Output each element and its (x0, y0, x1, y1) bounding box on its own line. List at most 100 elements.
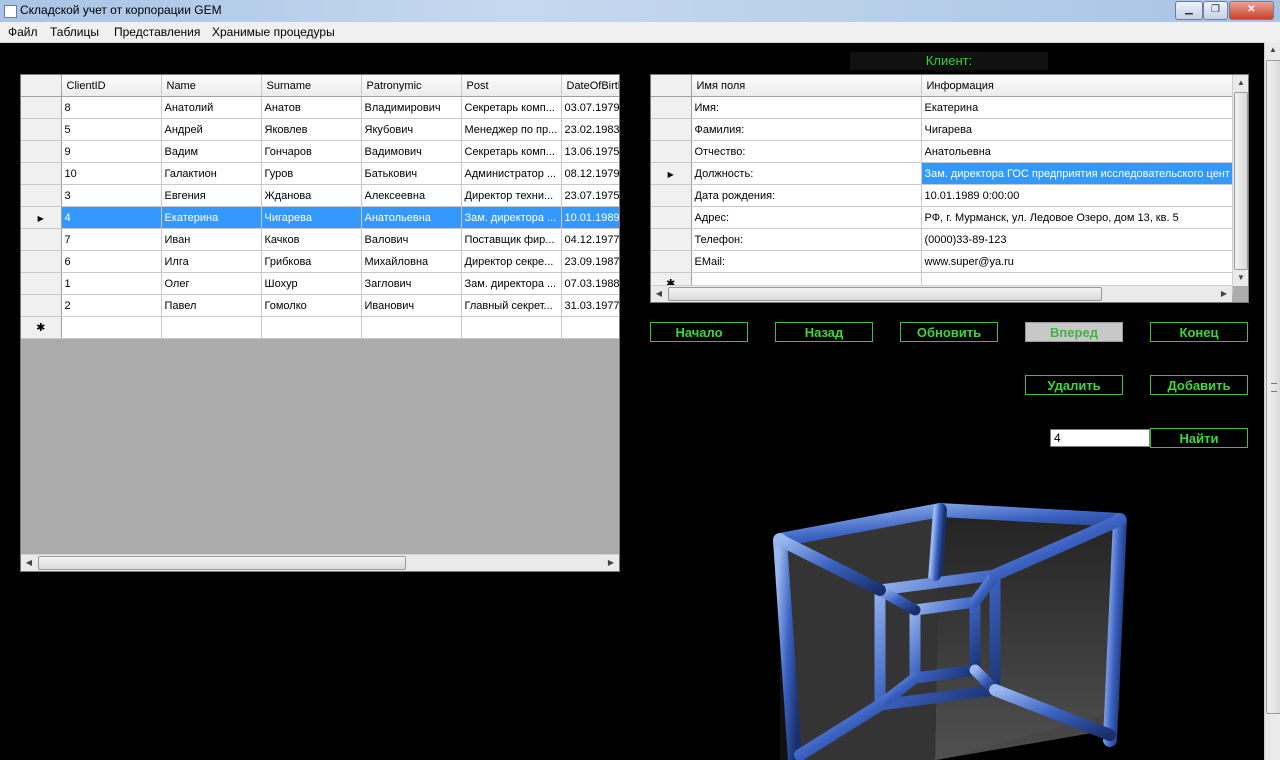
form-vscroll-thumb[interactable] (1266, 60, 1280, 714)
table-cell[interactable]: Анатольевна (361, 206, 462, 229)
table-cell[interactable]: 23.07.1975 (561, 184, 619, 207)
table-cell[interactable]: Анатов (261, 96, 362, 119)
table-row[interactable]: 2 Павел Гомолко Иванович Главный секрет... 31… (21, 294, 619, 317)
table-cell[interactable]: Батькович (361, 162, 462, 185)
row-header[interactable] (21, 294, 62, 317)
scroll-right-arrow-icon[interactable]: ▶ (603, 555, 619, 571)
table-cell[interactable]: 7 (61, 228, 162, 251)
table-cell[interactable]: Гомолко (261, 294, 362, 317)
field-value-cell[interactable]: Екатерина (921, 96, 1233, 119)
table-cell[interactable]: 1 (61, 272, 162, 295)
table-cell[interactable]: Качков (261, 228, 362, 251)
table-cell[interactable]: Галактион (161, 162, 262, 185)
table-row[interactable]: 5 Андрей Яковлев Якубович Менеджер по пр... 2… (21, 118, 619, 141)
detail-row[interactable]: Телефон: (0000)33-89-123 (651, 228, 1233, 251)
table-cell[interactable]: Алексеевна (361, 184, 462, 207)
table-cell[interactable]: Иван (161, 228, 262, 251)
field-name-cell[interactable]: Дата рождения: (691, 184, 922, 207)
scroll-up-arrow-icon[interactable]: ▲ (1265, 42, 1280, 58)
detail-row[interactable]: EMail: www.super@ya.ru (651, 250, 1233, 273)
clients-grid-hscrollbar[interactable]: ◀ ▶ (21, 554, 619, 571)
detail-row[interactable]: Дата рождения: 10.01.1989 0:00:00 (651, 184, 1233, 207)
new-row[interactable]: ✱ (21, 316, 619, 339)
table-cell[interactable]: Зам. директора ... (461, 272, 562, 295)
table-cell[interactable]: Директор техни... (461, 184, 562, 207)
table-cell[interactable]: Иванович (361, 294, 462, 317)
table-cell[interactable] (161, 316, 262, 339)
table-cell[interactable]: Зам. директора ... (461, 206, 562, 229)
row-header[interactable] (21, 228, 62, 251)
table-cell[interactable]: 03.07.1979 (561, 96, 619, 119)
table-cell[interactable]: Михайловна (361, 250, 462, 273)
table-cell[interactable]: 08.12.1979 (561, 162, 619, 185)
menu-views[interactable]: Представления (114, 25, 200, 39)
table-cell[interactable]: Менеджер по пр... (461, 118, 562, 141)
table-cell[interactable]: 4 (61, 206, 162, 229)
row-header[interactable] (21, 272, 62, 295)
table-cell[interactable]: Яковлев (261, 118, 362, 141)
table-cell[interactable]: Поставщик фир... (461, 228, 562, 251)
next-record-button[interactable]: Вперед (1025, 322, 1123, 342)
table-cell[interactable]: Олег (161, 272, 262, 295)
table-cell[interactable]: 2 (61, 294, 162, 317)
row-header[interactable] (21, 118, 62, 141)
detail-grid-hscrollbar[interactable]: ◀ ▶ (651, 285, 1232, 302)
table-cell[interactable]: 6 (61, 250, 162, 273)
table-cell[interactable]: Екатерина (161, 206, 262, 229)
table-cell[interactable] (261, 316, 362, 339)
table-cell[interactable]: 07.03.1988 (561, 272, 619, 295)
row-header[interactable] (21, 184, 62, 207)
column-header-patronymic[interactable]: Patronymic (361, 75, 462, 97)
field-name-cell[interactable]: Должность: (691, 162, 922, 185)
table-cell[interactable]: Грибкова (261, 250, 362, 273)
table-cell[interactable]: Анатолий (161, 96, 262, 119)
form-vscrollbar[interactable]: ▲ (1264, 42, 1280, 760)
clients-grid[interactable]: ClientID Name Surname Patronymic Post Da… (20, 74, 620, 572)
field-value-cell[interactable]: Зам. директора ГОС предприятия исследова… (921, 162, 1233, 185)
field-name-cell[interactable]: Телефон: (691, 228, 922, 251)
detail-row[interactable]: Фамилия: Чигарева (651, 118, 1233, 141)
field-name-cell[interactable]: Отчество: (691, 140, 922, 163)
table-row[interactable]: 9 Вадим Гончаров Вадимович Секретарь комп...… (21, 140, 619, 163)
table-cell[interactable]: Владимирович (361, 96, 462, 119)
row-header[interactable] (651, 96, 692, 119)
field-name-cell[interactable]: Фамилия: (691, 118, 922, 141)
column-header-name[interactable]: Name (161, 75, 262, 97)
menu-tables[interactable]: Таблицы (50, 25, 99, 39)
row-header[interactable] (651, 206, 692, 229)
client-detail-grid[interactable]: Имя поля Информация Имя: Екатерина Фамилия… (650, 74, 1249, 303)
table-cell[interactable]: Павел (161, 294, 262, 317)
column-header-clientid[interactable]: ClientID (61, 75, 162, 97)
maximize-button[interactable]: ❐ (1203, 1, 1228, 20)
field-name-cell[interactable]: Адрес: (691, 206, 922, 229)
table-cell[interactable] (461, 316, 562, 339)
table-row[interactable]: 6 Илга Грибкова Михайловна Директор секре...… (21, 250, 619, 273)
table-cell[interactable]: 10.01.1989 (561, 206, 619, 229)
table-row[interactable]: ▶ 4 Екатерина Чигарева Анатольевна Зам. дирек… (21, 206, 619, 229)
field-value-cell[interactable]: www.super@ya.ru (921, 250, 1233, 273)
table-row[interactable]: 7 Иван Качков Валович Поставщик фир... 04.12.… (21, 228, 619, 251)
table-cell[interactable] (561, 316, 619, 339)
table-cell[interactable]: Якубович (361, 118, 462, 141)
table-cell[interactable]: Администратор ... (461, 162, 562, 185)
table-cell[interactable]: Секретарь комп... (461, 140, 562, 163)
column-header-post[interactable]: Post (461, 75, 562, 97)
row-header[interactable] (651, 184, 692, 207)
table-cell[interactable]: Главный секрет... (461, 294, 562, 317)
row-header[interactable] (21, 250, 62, 273)
table-row[interactable]: 10 Галактион Гуров Батькович Администратор .… (21, 162, 619, 185)
first-record-button[interactable]: Начало (650, 322, 748, 342)
search-input[interactable] (1050, 429, 1150, 447)
row-header[interactable] (21, 162, 62, 185)
detail-row[interactable]: Адрес: РФ, г. Мурманск, ул. Ледовое Озеро… (651, 206, 1233, 229)
delete-button[interactable]: Удалить (1025, 375, 1123, 395)
row-header[interactable] (651, 228, 692, 251)
scroll-thumb[interactable] (38, 556, 406, 570)
refresh-button[interactable]: Обновить (900, 322, 998, 342)
table-cell[interactable]: 8 (61, 96, 162, 119)
row-header[interactable] (651, 250, 692, 273)
table-cell[interactable] (361, 316, 462, 339)
minimize-button[interactable]: ▁ (1175, 1, 1203, 20)
detail-row[interactable]: Имя: Екатерина (651, 96, 1233, 119)
table-cell[interactable]: 5 (61, 118, 162, 141)
